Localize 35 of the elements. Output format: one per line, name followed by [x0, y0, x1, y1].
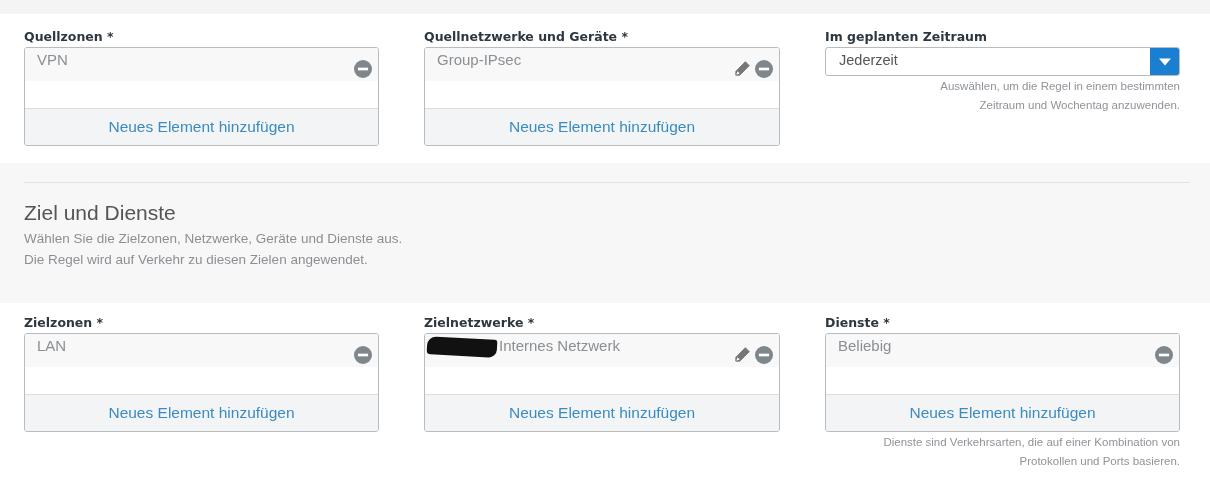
- add-item-button[interactable]: Neues Element hinzufügen: [425, 109, 779, 145]
- help-text: Auswählen, um die Regel in einem bestimmten Zeitraum und Wochentag anzuwenden.: [939, 79, 1180, 113]
- remove-icon[interactable]: [1155, 346, 1173, 364]
- add-item-button[interactable]: Neues Element hinzufügen: [25, 109, 378, 145]
- field-label: Dienste *: [825, 315, 891, 332]
- schedule-dropdown[interactable]: Jederzeit: [825, 47, 1180, 76]
- field-label: Quellnetzwerke und Geräte *: [424, 29, 629, 46]
- remove-icon[interactable]: [755, 346, 773, 364]
- field-label: Im geplanten Zeitraum: [825, 29, 989, 46]
- list-item[interactable]: Group-IPsec: [425, 48, 779, 81]
- list-item[interactable]: Beliebig: [826, 334, 1179, 367]
- section-description: Wählen Sie die Zielzonen, Netzwerke, Geräte und Dienste aus.: [24, 230, 404, 248]
- remove-icon[interactable]: [354, 346, 372, 364]
- list-item[interactable]: LAN: [25, 334, 378, 367]
- add-item-button[interactable]: Neues Element hinzufügen: [826, 395, 1179, 431]
- item-text: Group-IPsec: [437, 50, 523, 68]
- list-item[interactable]: VPN: [25, 48, 378, 81]
- section-description: Die Regel wird auf Verkehr zu diesen Zielen angewendet.: [24, 251, 369, 269]
- item-text: LAN: [37, 336, 68, 354]
- item-text: Internes Netzwerk: [499, 336, 621, 354]
- add-item-button[interactable]: Neues Element hinzufügen: [25, 395, 378, 431]
- section-title: Ziel und Dienste: [24, 201, 177, 225]
- field-label: Zielzonen *: [24, 315, 105, 332]
- add-item-button[interactable]: Neues Element hinzufügen: [425, 395, 779, 431]
- item-text: Beliebig: [838, 336, 893, 354]
- list-item[interactable]: Internes Netzwerk: [425, 334, 779, 367]
- field-label: Quellzonen *: [24, 29, 115, 46]
- item-text: VPN: [37, 50, 69, 68]
- remove-icon[interactable]: [755, 60, 773, 78]
- edit-icon[interactable]: [733, 346, 751, 364]
- field-label: Zielnetzwerke *: [424, 315, 536, 332]
- remove-icon[interactable]: [354, 60, 372, 78]
- redaction-mark: [426, 336, 498, 358]
- help-text: Dienste sind Verkehrsarten, die auf einer Kombination von Protokollen und Ports basieren.: [882, 435, 1180, 469]
- edit-icon[interactable]: [733, 60, 751, 78]
